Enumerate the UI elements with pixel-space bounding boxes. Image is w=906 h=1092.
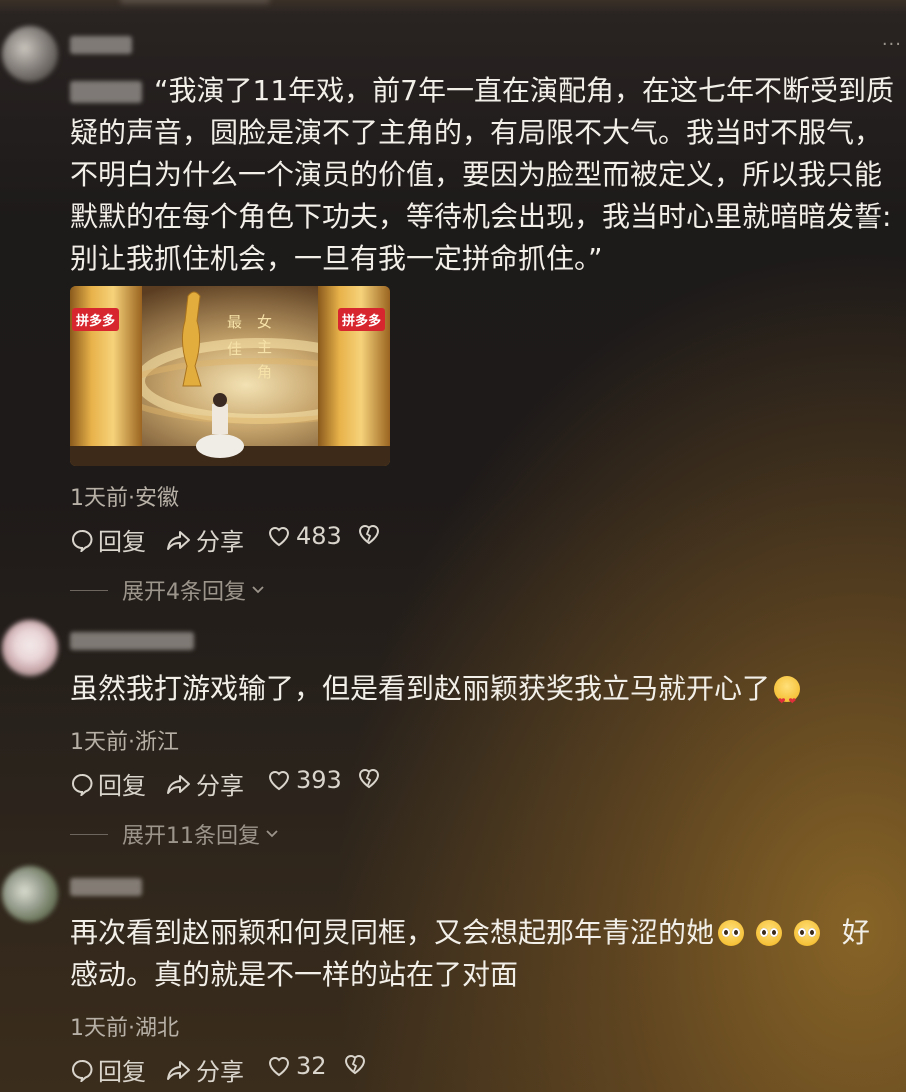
avatar[interactable]	[2, 620, 58, 676]
heart-eyes-emoji-icon	[774, 676, 801, 723]
timestamp-location: 1天前·湖北	[70, 1016, 179, 1041]
chevron-down-icon	[264, 822, 280, 847]
broken-heart-icon	[358, 769, 380, 789]
expand-replies-button[interactable]: 展开11条回复	[70, 818, 280, 850]
heart-icon	[268, 527, 290, 547]
more-icon[interactable]: ···	[882, 34, 902, 55]
share-label: 分享	[196, 772, 244, 800]
pleading-face-emoji-icon	[794, 920, 821, 946]
comment-text: 再次看到赵丽颖和何炅同框，又会想起那年青涩的她 好 感动。真的就是不一样的站在了…	[70, 916, 870, 991]
username-blurred[interactable]	[70, 632, 194, 650]
share-arrow-icon	[167, 774, 190, 794]
reply-mention-blurred	[70, 81, 142, 103]
top-fade	[0, 0, 906, 14]
reply-button[interactable]: 回复	[70, 522, 146, 557]
broken-heart-icon	[344, 1055, 366, 1075]
username-blurred[interactable]	[70, 878, 142, 896]
comment-bubble-icon	[72, 1059, 93, 1082]
expand-divider	[70, 833, 108, 835]
like-button[interactable]: 32	[266, 1052, 327, 1080]
share-button[interactable]: 分享	[166, 766, 244, 801]
username-blurred[interactable]	[70, 36, 132, 54]
comment-text: “我演了11年戏，前7年一直在演配角，在这七年不断受到质疑的声音，圆脸是演不了主…	[70, 74, 894, 275]
timestamp-location: 1天前·安徽	[70, 486, 179, 511]
chevron-down-icon	[250, 578, 266, 603]
share-label: 分享	[196, 1058, 244, 1086]
expand-replies-button[interactable]: 展开4条回复	[70, 574, 266, 606]
timestamp-location: 1天前·浙江	[70, 730, 179, 755]
share-arrow-icon	[167, 1060, 190, 1080]
broken-heart-icon	[358, 525, 380, 545]
comment-text: 虽然我打游戏输了，但是看到赵丽颖获奖我立马就开心了	[70, 668, 894, 723]
expand-label: 展开11条回复	[122, 824, 260, 849]
comment-bubble-icon	[72, 529, 93, 552]
sponsor-badge-left: 拼多多	[72, 308, 120, 331]
share-button[interactable]: 分享	[166, 522, 244, 557]
comment-image[interactable]: 拼多多 拼多多 最佳 女主角	[70, 286, 390, 466]
dislike-button[interactable]	[356, 766, 382, 790]
avatar[interactable]	[2, 26, 58, 82]
pleading-face-emoji-icon	[718, 920, 745, 946]
comment-bubble-icon	[72, 773, 93, 796]
share-label: 分享	[196, 528, 244, 556]
expand-divider	[70, 589, 108, 591]
like-count: 393	[296, 766, 342, 794]
dislike-button[interactable]	[356, 522, 382, 546]
expand-label: 展开4条回复	[122, 580, 246, 605]
reply-button[interactable]: 回复	[70, 1052, 146, 1087]
previous-comment-fragment	[120, 0, 270, 4]
reply-label: 回复	[98, 772, 146, 800]
reply-button[interactable]: 回复	[70, 766, 146, 801]
like-count: 32	[296, 1052, 327, 1080]
pleading-face-emoji-icon	[756, 920, 783, 946]
share-arrow-icon	[167, 530, 190, 550]
heart-icon	[268, 1057, 290, 1077]
like-button[interactable]: 483	[266, 522, 342, 550]
heart-icon	[268, 771, 290, 791]
reply-label: 回复	[98, 1058, 146, 1086]
reply-label: 回复	[98, 528, 146, 556]
like-button[interactable]: 393	[266, 766, 342, 794]
sponsor-badge-right: 拼多多	[338, 308, 386, 331]
share-button[interactable]: 分享	[166, 1052, 244, 1087]
award-title-line1: 最佳	[225, 314, 243, 368]
dislike-button[interactable]	[342, 1052, 368, 1076]
like-count: 483	[296, 522, 342, 550]
avatar[interactable]	[2, 866, 58, 922]
award-title-line2: 女主角	[255, 314, 273, 389]
